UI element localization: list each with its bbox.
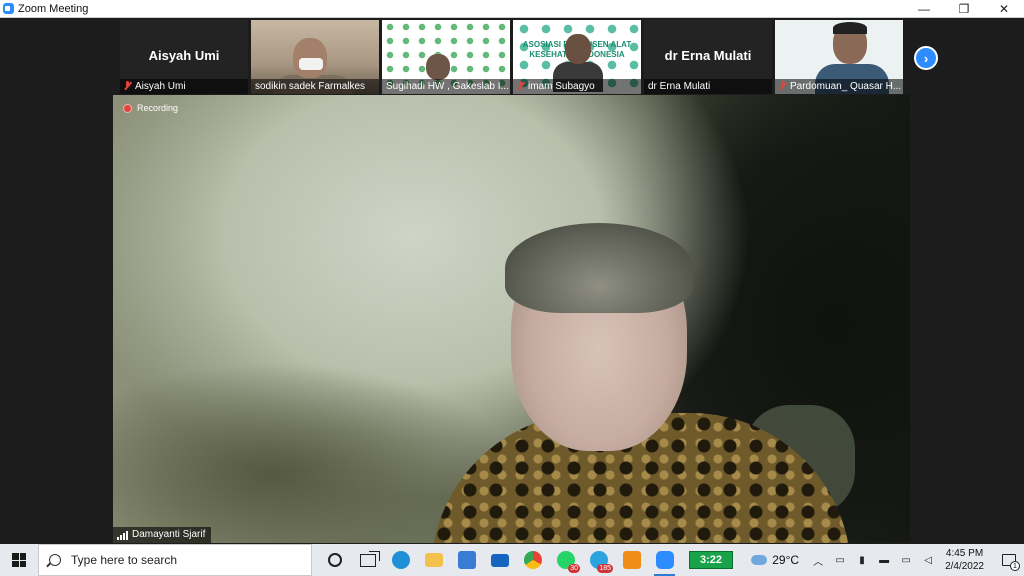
taskbar-clock[interactable]: 4:45 PM 2/4/2022 (945, 547, 984, 573)
taskbar-cortana[interactable] (318, 544, 351, 576)
chevron-right-icon: › (923, 50, 929, 66)
muted-mic-icon (124, 81, 131, 90)
chrome-icon (523, 551, 542, 569)
participant-name-tag: sodikin sadek Farmalkes (251, 79, 379, 94)
task-view-icon (359, 550, 380, 567)
weather-temperature: 29°C (772, 553, 800, 567)
zoom-app-icon (3, 3, 14, 14)
participant-name-tag: Sugihadi HW , Gakeslab I... (382, 79, 510, 94)
windows-logo-icon (12, 553, 26, 567)
meet-now-icon[interactable]: ▭ (832, 552, 848, 568)
search-icon (49, 554, 61, 566)
battery-icon[interactable]: ▬ (876, 552, 892, 568)
participant-strip: Aisyah Umi Aisyah Umi sodikin sadek Farm… (120, 20, 903, 94)
participant-name: Pardomuan_ Quasar H... (790, 81, 902, 92)
participant-display-name: dr Erna Mulati (664, 48, 752, 63)
participant-tile[interactable]: Pardomuan_ Quasar H... (775, 20, 903, 94)
taskbar-store[interactable] (450, 544, 483, 576)
participant-name-tag: imam Subagyo (513, 79, 641, 94)
windows-taskbar: 30 185 3:22 29°C ︿ ▭ ▮ ▬ ▭ ◁ 4:45 PM 2/4… (0, 544, 1024, 576)
unread-badge: 30 (568, 564, 580, 573)
clock-date: 2/4/2022 (945, 561, 984, 572)
taskbar-whatsapp[interactable]: 30 (549, 544, 582, 576)
cortana-icon (327, 553, 342, 567)
participant-name: imam Subagyo (528, 81, 595, 92)
participant-name: dr Erna Mulati (648, 81, 711, 92)
participant-name-tag: Pardomuan_ Quasar H... (775, 79, 903, 94)
app-icon (622, 551, 641, 569)
signal-strength-icon (117, 530, 128, 540)
active-speaker-video[interactable]: Recording Damayanti Sjarif (113, 95, 910, 543)
minimize-button[interactable]: — (904, 0, 944, 18)
edge-icon (391, 551, 410, 569)
battery-timer[interactable]: 3:22 (689, 551, 733, 569)
title-bar: Zoom Meeting — ❐ ✕ (0, 0, 1024, 18)
mail-icon (490, 553, 509, 567)
participant-name-tag: dr Erna Mulati (644, 79, 772, 94)
participant-name: sodikin sadek Farmalkes (255, 81, 366, 92)
speaker-name-tag: Damayanti Sjarif (113, 527, 212, 543)
window-title: Zoom Meeting (18, 2, 89, 15)
participant-tile[interactable]: Aisyah Umi Aisyah Umi (120, 20, 248, 94)
network-icon[interactable]: ▭ (898, 552, 914, 568)
meeting-stage: Aisyah Umi Aisyah Umi sodikin sadek Farm… (0, 18, 1024, 544)
recording-icon (123, 103, 132, 113)
store-icon (457, 551, 476, 569)
recording-indicator[interactable]: Recording (123, 103, 178, 113)
weather-widget[interactable]: 29°C (751, 550, 800, 567)
system-tray: 29°C ︿ ▭ ▮ ▬ ▭ ◁ 4:45 PM 2/4/2022 1 (751, 544, 1024, 576)
clock-time: 4:45 PM (945, 548, 984, 559)
search-input[interactable] (71, 553, 291, 567)
participant-tile[interactable]: dr Erna Mulati dr Erna Mulati (644, 20, 772, 94)
taskbar-mail[interactable] (483, 544, 516, 576)
volume-icon[interactable]: ◁ (920, 552, 936, 568)
next-page-button[interactable]: › (914, 46, 938, 70)
notification-center-button[interactable]: 1 (994, 544, 1024, 576)
taskbar-task-view[interactable] (351, 544, 384, 576)
speaker-name: Damayanti Sjarif (132, 529, 206, 540)
restore-button[interactable]: ❐ (944, 0, 984, 18)
microphone-icon[interactable]: ▮ (854, 552, 870, 568)
taskbar-zoom[interactable] (648, 544, 681, 576)
taskbar-edge[interactable] (384, 544, 417, 576)
taskbar-telegram[interactable]: 185 (582, 544, 615, 576)
participant-name-tag: Aisyah Umi (120, 79, 248, 94)
taskbar-chrome[interactable] (516, 544, 549, 576)
participant-name: Sugihadi HW , Gakeslab I... (386, 81, 509, 92)
unread-badge: 185 (597, 564, 613, 573)
folder-icon (424, 553, 443, 567)
chevron-up-icon[interactable]: ︿ (810, 552, 826, 568)
participant-name: Aisyah Umi (135, 81, 186, 92)
participant-tile[interactable]: Sugihadi HW , Gakeslab I... (382, 20, 510, 94)
taskbar-apps: 30 185 3:22 (318, 544, 733, 576)
zoom-icon (655, 551, 674, 569)
muted-mic-icon (779, 81, 786, 90)
window-controls: — ❐ ✕ (904, 0, 1024, 18)
taskbar-file-explorer[interactable] (417, 544, 450, 576)
notification-count: 1 (1010, 561, 1020, 571)
start-button[interactable] (0, 544, 38, 576)
participant-tile[interactable]: sodikin sadek Farmalkes (251, 20, 379, 94)
close-button[interactable]: ✕ (984, 0, 1024, 18)
participant-display-name: Aisyah Umi (148, 48, 220, 63)
muted-mic-icon (517, 81, 524, 90)
recording-label: Recording (137, 103, 179, 113)
taskbar-orange-app[interactable] (615, 544, 648, 576)
taskbar-search[interactable] (38, 544, 312, 576)
participant-tile[interactable]: ASOSIASI PRODUSEN ALAT KESEHATAN INDONES… (513, 20, 641, 94)
partly-cloudy-icon (751, 550, 768, 565)
